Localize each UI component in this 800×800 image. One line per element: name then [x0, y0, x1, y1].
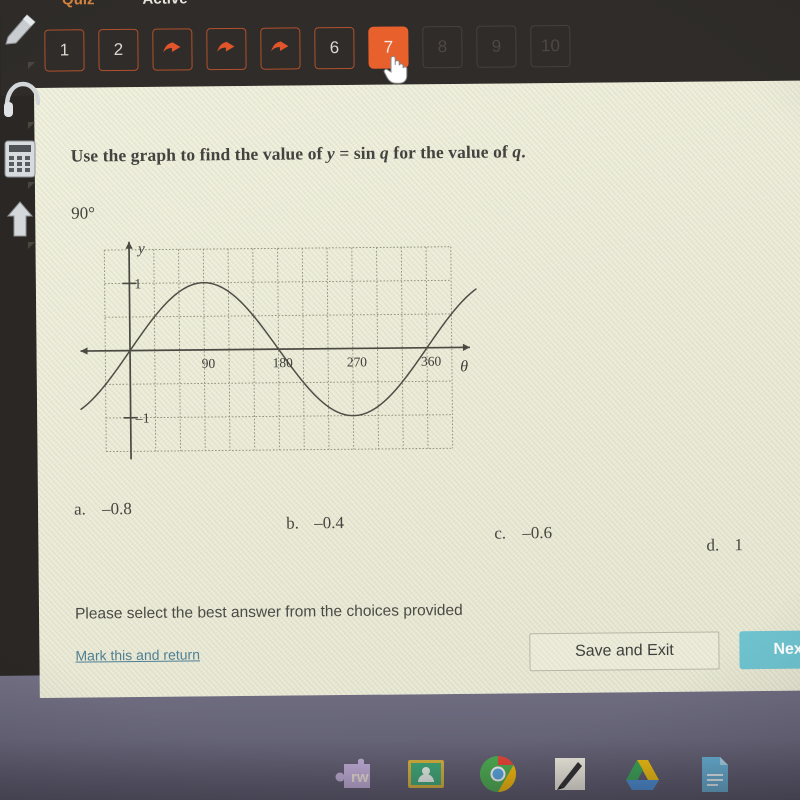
question-button-10[interactable]: 10	[530, 25, 571, 68]
rail-divider-3	[28, 182, 35, 189]
google-drive-icon[interactable]	[620, 752, 664, 796]
angle-value: 90°	[71, 203, 96, 223]
choice-value: –0.8	[101, 499, 132, 519]
question-button-label: 1	[59, 40, 70, 60]
answer-choice-b[interactable]: b. –0.4	[286, 513, 344, 534]
google-chrome-icon[interactable]	[476, 752, 520, 796]
answer-choice-d[interactable]: d. 1	[706, 535, 743, 555]
question-button-label: 8	[437, 37, 448, 57]
question-button-label: 2	[113, 39, 124, 60]
x-tick-label: 90	[202, 356, 216, 371]
x-tick-label: 360	[421, 354, 442, 369]
whiteboard-pen-icon[interactable]	[548, 752, 592, 796]
choice-value: –0.4	[314, 513, 345, 533]
stem-part-2: = sin	[334, 142, 381, 164]
rail-divider-4	[28, 242, 35, 249]
question-button-6[interactable]: 6	[314, 26, 355, 70]
x-axis-label: θ	[460, 358, 468, 375]
answer-choice-c[interactable]: c. –0.6	[494, 523, 552, 544]
screen-photo: Quiz Active 1 2	[0, 0, 800, 800]
question-button-label: 9	[491, 36, 502, 56]
stem-variable-q2: q	[512, 141, 522, 162]
question-button-5[interactable]	[260, 27, 301, 70]
save-and-exit-button[interactable]: Save and Exit	[529, 631, 720, 672]
x-axis	[80, 346, 470, 352]
question-button-8[interactable]: 8	[422, 25, 463, 69]
highlighter-icon[interactable]	[2, 10, 40, 56]
choice-letter: d.	[706, 535, 720, 555]
quiz-content-panel: Use the graph to find the value of y = s…	[34, 80, 800, 698]
flag-arrow-icon	[161, 40, 183, 58]
question-button-9[interactable]: 9	[476, 25, 517, 68]
grid-line-horizontal	[106, 447, 453, 453]
choice-letter: a.	[73, 499, 86, 519]
y-axis-arrow-up	[125, 241, 133, 249]
x-axis-arrow-left	[80, 347, 88, 355]
stem-part-1: Use the graph to find the value of	[70, 143, 328, 166]
headphones-icon[interactable]	[2, 76, 40, 122]
svg-text:rw: rw	[351, 769, 369, 786]
question-button-label: 10	[540, 36, 560, 56]
question-button-3[interactable]	[152, 28, 193, 71]
stem-period: .	[521, 141, 526, 162]
read-write-puzzle-icon[interactable]: rw	[332, 752, 376, 796]
choice-letter: b.	[286, 513, 300, 533]
sine-curve	[80, 281, 477, 417]
calculator-icon[interactable]	[2, 136, 40, 182]
x-axis-arrow-right	[462, 343, 470, 351]
hand-pointer-icon	[382, 52, 408, 84]
sine-graph-svg: 1 –1 90 180 270 360 y θ	[80, 241, 477, 460]
mark-this-and-return-link[interactable]: Mark this and return	[75, 646, 200, 663]
choice-value: 1	[734, 535, 744, 555]
flag-arrow-icon	[269, 39, 291, 57]
quiz-title: Quiz	[62, 0, 95, 8]
tool-rail[interactable]	[0, 14, 40, 290]
x-tick-label: 180	[272, 355, 293, 370]
question-button-2[interactable]: 2	[98, 28, 139, 72]
question-navigator[interactable]: 1 2 6 7 8 9 10	[44, 25, 571, 72]
flag-arrow-icon	[215, 40, 237, 58]
quiz-header: Quiz Active	[62, 0, 188, 8]
answer-choices[interactable]: a. –0.8 b. –0.4 c. –0.6 d. 1	[38, 492, 800, 560]
next-button[interactable]: Next	[739, 629, 800, 670]
sine-curve-path	[80, 281, 477, 417]
rail-divider-1	[28, 62, 35, 69]
rail-divider-2	[28, 122, 35, 129]
question-stem: Use the graph to find the value of y = s…	[71, 140, 691, 167]
choice-letter: c.	[494, 523, 507, 543]
y-axis-label: y	[136, 241, 145, 257]
pointer-arrow-icon[interactable]	[2, 196, 40, 242]
sine-graph: 1 –1 90 180 270 360 y θ	[65, 231, 537, 481]
selection-prompt: Please select the best answer from the c…	[74, 601, 463, 623]
taskbar[interactable]: rw	[0, 748, 800, 800]
answer-choice-a[interactable]: a. –0.8	[74, 499, 132, 520]
question-button-1[interactable]: 1	[44, 29, 85, 72]
google-docs-icon[interactable]	[692, 752, 736, 796]
y-tick-label: 1	[134, 277, 141, 292]
question-button-label: 6	[329, 38, 340, 58]
y-tick-label: –1	[135, 412, 150, 427]
x-tick-label: 270	[347, 354, 368, 369]
choice-value: –0.6	[522, 523, 553, 543]
quiz-status: Active	[142, 0, 187, 8]
google-classroom-icon[interactable]	[404, 752, 448, 796]
stem-part-3: for the value of	[388, 141, 513, 163]
question-button-4[interactable]	[206, 27, 247, 71]
